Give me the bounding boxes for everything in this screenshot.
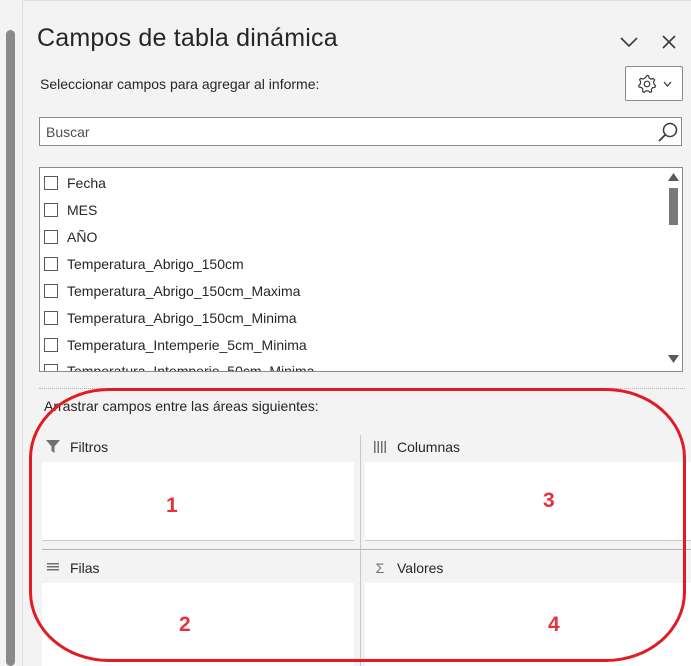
- field-list: Fecha MES AÑO Temperatura_Abrigo_150cm T…: [39, 167, 683, 372]
- rows-area-header: Filas: [44, 556, 100, 580]
- left-scrollbar[interactable]: [6, 30, 15, 666]
- rows-area-label: Filas: [70, 560, 100, 576]
- field-label: MES: [67, 202, 98, 218]
- panel-title: Campos de tabla dinámica: [37, 24, 338, 52]
- field-item[interactable]: Temperatura_Intemperie_5cm_Minima: [44, 333, 307, 357]
- close-button[interactable]: [657, 30, 681, 54]
- field-checkbox[interactable]: [44, 203, 58, 217]
- rows-icon: [44, 561, 62, 575]
- values-drop-zone[interactable]: 4: [365, 583, 691, 666]
- field-item[interactable]: Temperatura_Abrigo_150cm: [44, 252, 244, 276]
- annotation-number: 4: [548, 613, 560, 636]
- field-label: Temperatura_Intemperie_50cm_Minima: [67, 363, 315, 372]
- field-label: Temperatura_Abrigo_150cm: [67, 256, 244, 272]
- columns-icon: [371, 440, 389, 454]
- columns-area-header: Columnas: [371, 435, 460, 459]
- values-area-header: Σ Valores: [371, 556, 444, 580]
- drag-areas-label: Arrastrar campos entre las áreas siguien…: [44, 398, 319, 414]
- field-checkbox[interactable]: [44, 311, 58, 325]
- search-input[interactable]: [46, 118, 646, 145]
- scrollbar-thumb[interactable]: [669, 188, 678, 225]
- field-checkbox[interactable]: [44, 338, 58, 352]
- columns-area-label: Columnas: [397, 439, 461, 455]
- chevron-down-icon: [620, 37, 638, 48]
- field-list-scrollbar[interactable]: [665, 168, 682, 371]
- field-label: AÑO: [67, 229, 98, 245]
- gear-icon: [637, 74, 656, 93]
- values-area: Σ Valores 4: [365, 556, 691, 666]
- top-divider: [22, 0, 691, 1]
- field-label: Fecha: [67, 175, 106, 191]
- field-item[interactable]: Fecha: [44, 171, 106, 195]
- field-label: Temperatura_Intemperie_5cm_Minima: [67, 337, 307, 353]
- scroll-down-arrow-icon[interactable]: [668, 355, 679, 363]
- field-checkbox[interactable]: [44, 284, 58, 298]
- scroll-up-arrow-icon[interactable]: [668, 173, 679, 181]
- filter-icon: [44, 440, 62, 454]
- field-checkbox[interactable]: [44, 364, 58, 371]
- field-checkbox[interactable]: [44, 176, 58, 190]
- field-item[interactable]: Temperatura_Intemperie_50cm_Minima: [44, 359, 315, 372]
- task-pane-options-button[interactable]: [617, 30, 641, 54]
- values-area-label: Valores: [397, 560, 444, 576]
- field-item[interactable]: Temperatura_Abrigo_150cm_Maxima: [44, 279, 300, 303]
- field-label: Temperatura_Abrigo_150cm_Maxima: [67, 283, 301, 299]
- field-label: Temperatura_Abrigo_150cm_Minima: [67, 310, 297, 326]
- close-icon: [662, 35, 676, 49]
- areas-horizontal-divider: [42, 549, 691, 550]
- field-item[interactable]: AÑO: [44, 225, 97, 249]
- columns-area: Columnas 3: [365, 435, 691, 548]
- field-checkbox[interactable]: [44, 230, 58, 244]
- sigma-icon: Σ: [375, 560, 385, 576]
- tools-button[interactable]: [625, 66, 683, 101]
- filters-drop-zone[interactable]: 1: [42, 462, 354, 541]
- field-item[interactable]: MES: [44, 198, 97, 222]
- annotation-number: 3: [543, 489, 555, 512]
- filters-area: Filtros 1: [42, 435, 354, 548]
- search-box: [39, 117, 682, 146]
- filters-area-header: Filtros: [44, 435, 108, 459]
- rows-area: Filas 2: [42, 556, 354, 666]
- search-icon[interactable]: [657, 121, 679, 143]
- rows-drop-zone[interactable]: 2: [42, 583, 354, 666]
- annotation-number: 1: [166, 494, 178, 517]
- annotation-number: 2: [179, 613, 191, 636]
- field-item[interactable]: Temperatura_Abrigo_150cm_Minima: [44, 306, 297, 330]
- columns-drop-zone[interactable]: 3: [365, 462, 691, 541]
- chevron-down-icon: [663, 81, 671, 87]
- field-checkbox[interactable]: [44, 257, 58, 271]
- field-list-subtitle: Seleccionar campos para agregar al infor…: [40, 76, 320, 92]
- areas-vertical-divider: [360, 435, 361, 666]
- section-splitter[interactable]: [39, 388, 685, 389]
- filters-area-label: Filtros: [70, 439, 109, 455]
